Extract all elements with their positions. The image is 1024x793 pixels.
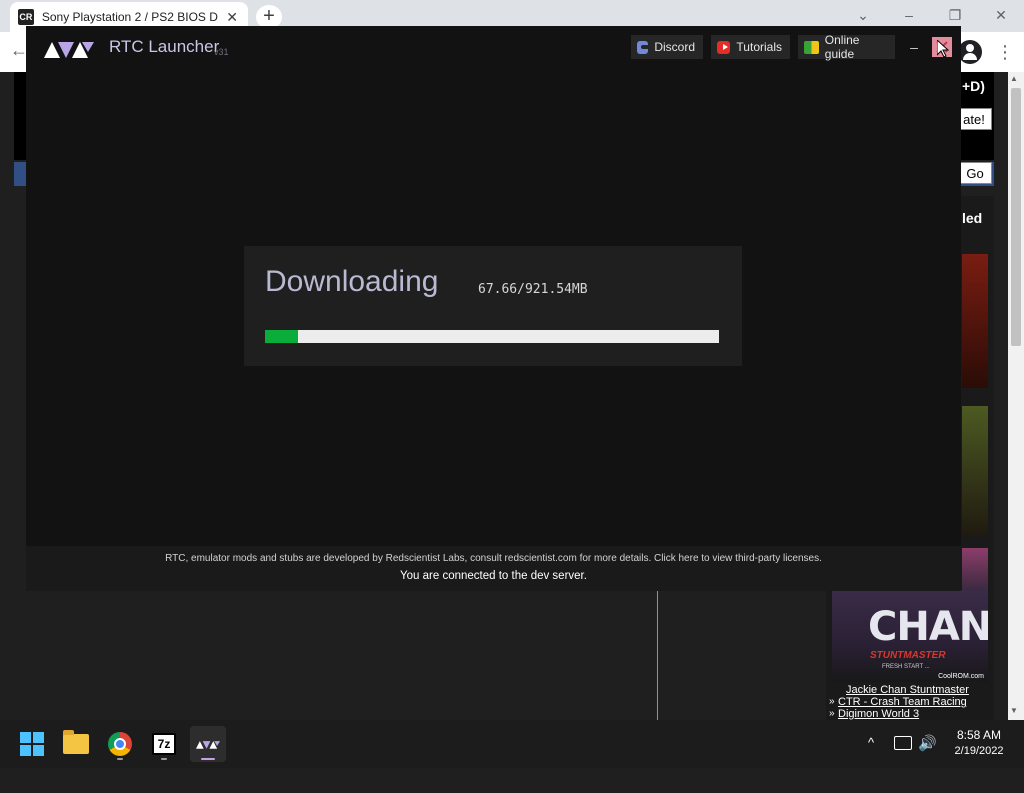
- close-tab-icon[interactable]: ✕: [224, 9, 240, 25]
- rtc-app-title: RTC Launcher: [109, 37, 220, 56]
- download-panel: Downloading 67.66/921.54MB: [244, 246, 742, 366]
- scroll-down-icon[interactable]: ▼: [1010, 706, 1018, 715]
- game-thumbnail[interactable]: [962, 406, 988, 536]
- running-indicator: [117, 758, 123, 760]
- start-button[interactable]: [14, 726, 50, 762]
- 7zip-taskbar-button[interactable]: 7z: [146, 726, 182, 762]
- online-guide-label: Online guide: [824, 33, 860, 61]
- tutorials-label: Tutorials: [736, 40, 782, 54]
- rtc-minimize-button[interactable]: –: [904, 37, 924, 57]
- game-link-jackie-chan[interactable]: Jackie Chan Stuntmaster: [846, 684, 969, 696]
- active-indicator: [201, 758, 215, 760]
- rtc-connection-status: You are connected to the dev server.: [400, 570, 587, 582]
- browser-menu-icon[interactable]: ⋮: [996, 40, 1014, 64]
- rtc-taskbar-button[interactable]: [190, 726, 226, 762]
- guide-icon: [804, 40, 819, 54]
- scroll-up-icon[interactable]: ▲: [1010, 74, 1018, 83]
- cover-tagline: FRESH START ...: [882, 664, 930, 670]
- discord-button[interactable]: Discord: [631, 35, 703, 59]
- online-guide-button[interactable]: Online guide: [798, 33, 895, 61]
- rtc-logo-icon: [44, 42, 94, 58]
- discord-label: Discord: [654, 40, 695, 54]
- volume-icon[interactable]: 🔊: [918, 734, 937, 782]
- webpage-header-text: +D): [962, 78, 985, 94]
- mouse-cursor-icon: [937, 40, 949, 58]
- download-label: Downloading: [265, 265, 439, 298]
- scrollbar-thumb[interactable]: [1011, 88, 1021, 346]
- discord-icon: [637, 40, 650, 54]
- network-icon[interactable]: [894, 736, 912, 750]
- cover-title: CHAN: [868, 604, 988, 650]
- rtc-launcher-window: RTC Launcher v31 Discord Tutorials Onlin…: [26, 26, 961, 591]
- tab-title: Sony Playstation 2 / PS2 BIOS Do: [41, 10, 219, 24]
- file-explorer-button[interactable]: [58, 726, 94, 762]
- windows-logo-icon: [20, 732, 44, 756]
- game-link-digimon[interactable]: Digimon World 3: [838, 708, 919, 720]
- webpage-divider: [657, 590, 658, 720]
- bullet-icon: »: [829, 696, 835, 707]
- tutorials-button[interactable]: Tutorials: [711, 35, 790, 59]
- site-favicon-icon: CR: [18, 9, 34, 25]
- rtc-titlebar[interactable]: RTC Launcher v31 Discord Tutorials Onlin…: [26, 26, 961, 68]
- download-size: 67.66/921.54MB: [478, 282, 588, 297]
- chrome-icon: [108, 732, 132, 756]
- game-link-ctr[interactable]: CTR - Crash Team Racing: [838, 696, 967, 708]
- cover-watermark: CoolROM.com: [938, 673, 984, 680]
- download-progress-bar: [265, 330, 719, 343]
- running-indicator: [161, 758, 167, 760]
- profile-avatar-icon[interactable]: [958, 40, 982, 64]
- clock-date[interactable]: 2/19/2022: [948, 745, 1010, 793]
- game-thumbnail[interactable]: [962, 254, 988, 388]
- webpage-update-button[interactable]: ate!: [956, 108, 992, 130]
- webpage-go-button[interactable]: Go: [958, 162, 992, 184]
- chrome-taskbar-button[interactable]: [102, 726, 138, 762]
- download-progress-fill: [265, 330, 299, 343]
- close-window-button[interactable]: ✕: [978, 0, 1024, 30]
- folder-icon: [63, 730, 89, 754]
- rtc-credits-text[interactable]: RTC, emulator mods and stubs are develop…: [26, 553, 961, 564]
- rtc-version: v31: [214, 47, 229, 57]
- show-hidden-icons-chevron-icon[interactable]: ^: [868, 736, 882, 750]
- youtube-icon: [717, 40, 731, 54]
- rtc-taskbar-icon: [196, 741, 220, 749]
- jackie-chan-cover-image[interactable]: CHAN STUNTMASTER FRESH START ... CoolROM…: [832, 590, 988, 682]
- game-thumbnail[interactable]: [962, 548, 988, 590]
- bullet-icon: »: [829, 708, 835, 719]
- webpage-sidebar-heading: led: [962, 210, 983, 226]
- cover-subtitle: STUNTMASTER: [870, 650, 946, 661]
- 7zip-icon: 7z: [152, 733, 176, 755]
